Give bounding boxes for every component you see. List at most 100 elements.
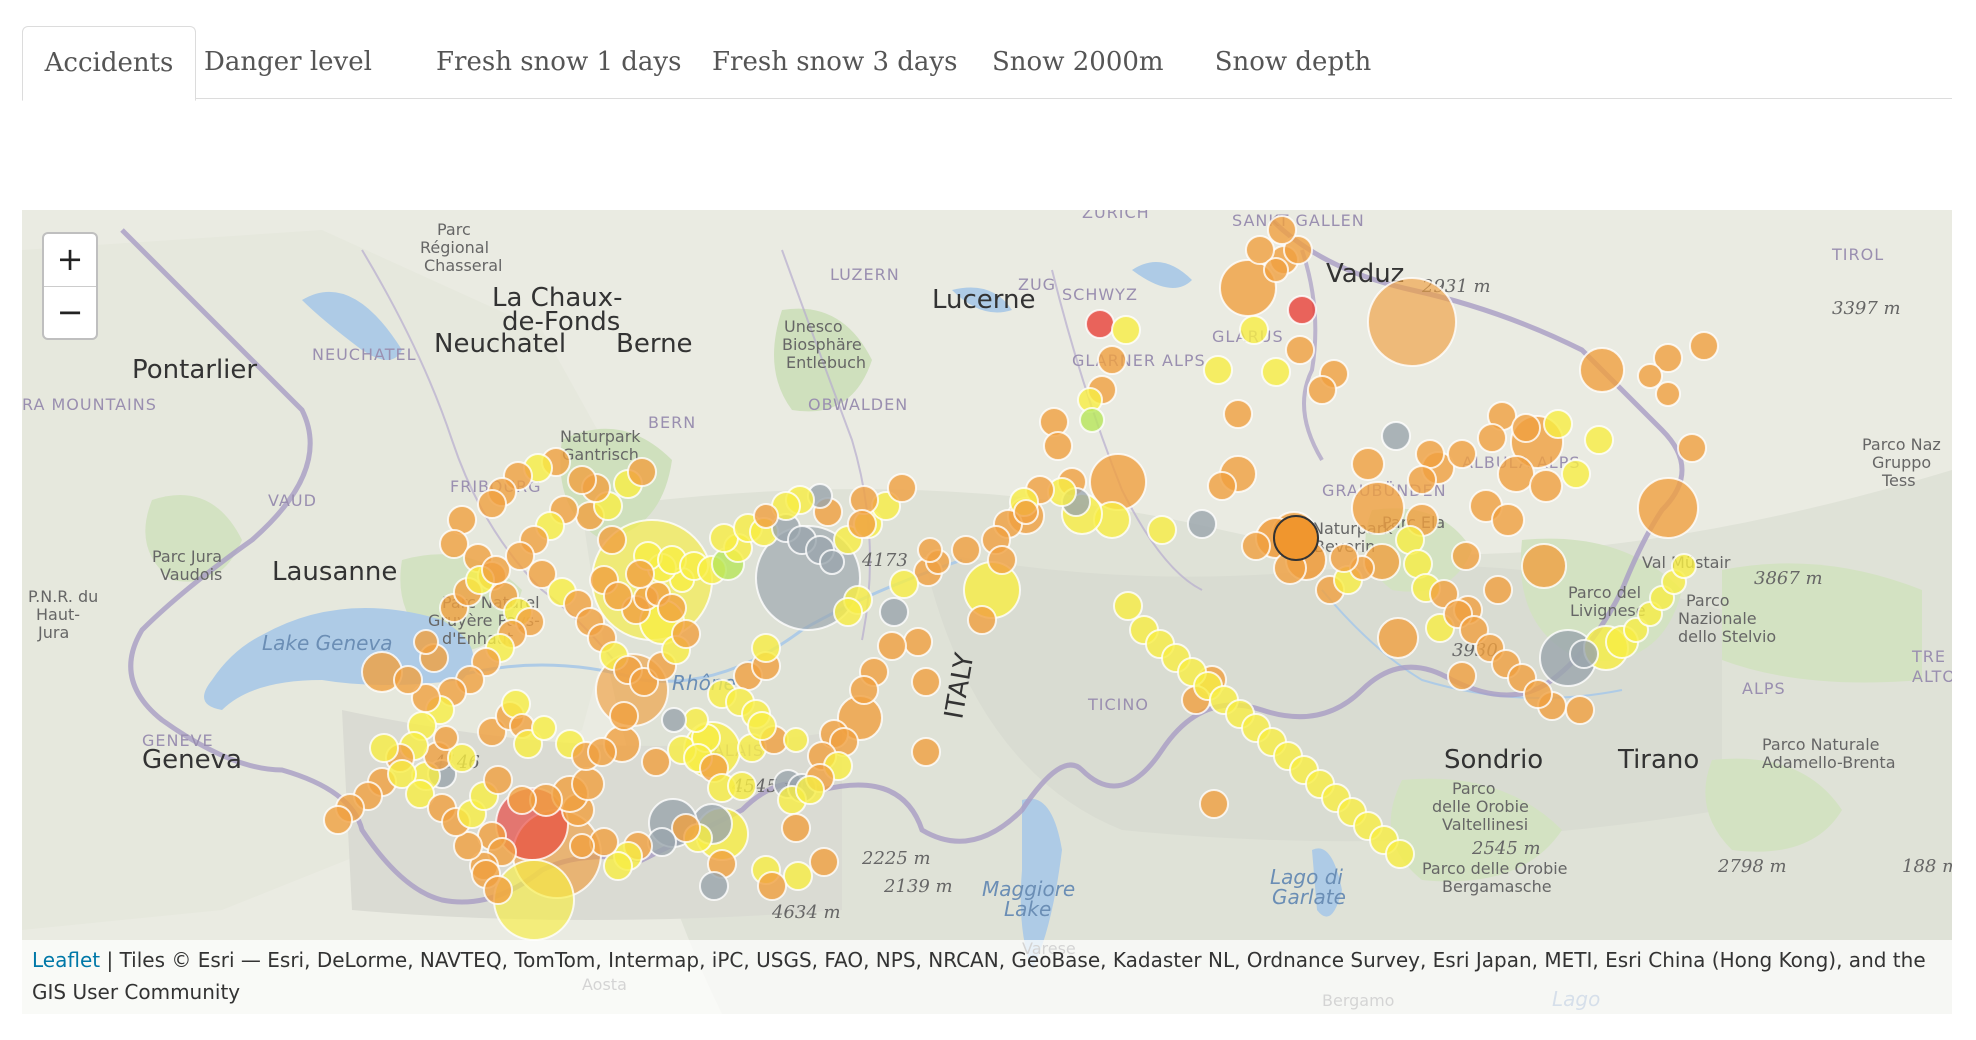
accident-marker[interactable] bbox=[911, 667, 941, 697]
accident-marker[interactable] bbox=[507, 785, 537, 815]
accident-marker[interactable] bbox=[1543, 409, 1573, 439]
tab-fresh-snow-3-days[interactable]: Fresh snow 3 days bbox=[712, 26, 957, 98]
tab-fresh-snow-1-days[interactable]: Fresh snow 1 days bbox=[436, 26, 681, 98]
accident-marker[interactable] bbox=[413, 629, 439, 655]
accident-marker[interactable] bbox=[1637, 363, 1663, 389]
accident-marker[interactable] bbox=[1147, 515, 1177, 545]
accident-marker[interactable] bbox=[1287, 295, 1317, 325]
accident-marker[interactable] bbox=[1261, 357, 1291, 387]
accident-marker[interactable] bbox=[1199, 789, 1229, 819]
accident-marker[interactable] bbox=[951, 535, 981, 565]
accident-marker[interactable] bbox=[757, 871, 787, 901]
accident-marker[interactable] bbox=[847, 509, 877, 539]
accident-marker[interactable] bbox=[1377, 617, 1419, 659]
accident-marker[interactable] bbox=[889, 569, 919, 599]
accident-marker[interactable] bbox=[1097, 345, 1127, 375]
accident-marker[interactable] bbox=[1241, 531, 1271, 561]
accident-marker[interactable] bbox=[1111, 315, 1141, 345]
accident-marker[interactable] bbox=[1307, 375, 1337, 405]
accident-marker[interactable] bbox=[1085, 309, 1115, 339]
accident-marker[interactable] bbox=[1671, 553, 1697, 579]
tab-danger-level[interactable]: Danger level bbox=[204, 26, 372, 98]
accident-marker[interactable] bbox=[849, 675, 879, 705]
tab-accidents[interactable]: Accidents bbox=[22, 26, 196, 101]
accident-marker[interactable] bbox=[1451, 541, 1481, 571]
accident-marker[interactable] bbox=[727, 771, 757, 801]
accident-marker[interactable] bbox=[1491, 503, 1525, 537]
accident-marker[interactable] bbox=[683, 707, 709, 733]
accident-marker[interactable] bbox=[641, 747, 671, 777]
tab-snow-2000m[interactable]: Snow 2000m bbox=[992, 26, 1164, 98]
accident-marker[interactable] bbox=[1677, 433, 1707, 463]
accident-marker[interactable] bbox=[671, 619, 701, 649]
accident-marker[interactable] bbox=[571, 767, 605, 801]
accident-marker[interactable] bbox=[819, 549, 845, 575]
accident-marker[interactable] bbox=[1113, 591, 1143, 621]
accident-marker[interactable] bbox=[1523, 679, 1553, 709]
zoom-out-button[interactable]: − bbox=[44, 287, 96, 339]
accident-marker[interactable] bbox=[911, 737, 941, 767]
accident-marker[interactable] bbox=[1584, 425, 1614, 455]
accident-marker[interactable] bbox=[783, 861, 813, 891]
accident-marker[interactable] bbox=[1239, 315, 1269, 345]
accident-marker[interactable] bbox=[625, 559, 655, 589]
accident-marker[interactable] bbox=[753, 503, 779, 529]
accident-marker[interactable] bbox=[887, 473, 917, 503]
accident-marker[interactable] bbox=[747, 711, 777, 741]
accident-marker[interactable] bbox=[1477, 423, 1507, 453]
accident-marker[interactable] bbox=[1447, 661, 1477, 691]
accident-marker[interactable] bbox=[1385, 839, 1415, 869]
accident-marker[interactable] bbox=[477, 489, 507, 519]
accident-marker[interactable] bbox=[1187, 509, 1217, 539]
accident-marker[interactable] bbox=[1579, 347, 1625, 393]
accident-marker[interactable] bbox=[1637, 477, 1699, 539]
accident-marker[interactable] bbox=[1013, 499, 1039, 525]
accident-marker[interactable] bbox=[323, 805, 353, 835]
accident-marker[interactable] bbox=[569, 833, 595, 859]
accident-marker[interactable] bbox=[603, 581, 633, 611]
accident-marker[interactable] bbox=[1497, 455, 1535, 493]
accident-marker[interactable] bbox=[1511, 413, 1541, 443]
accident-marker[interactable] bbox=[627, 457, 657, 487]
accident-marker[interactable] bbox=[597, 525, 627, 555]
accident-marker[interactable] bbox=[483, 765, 513, 795]
accident-marker[interactable] bbox=[1367, 277, 1457, 367]
accident-marker[interactable] bbox=[1263, 257, 1289, 283]
accident-marker[interactable] bbox=[609, 701, 639, 731]
selected-accident-marker[interactable] bbox=[1273, 515, 1319, 561]
leaflet-link[interactable]: Leaflet bbox=[32, 948, 100, 972]
zoom-in-button[interactable]: + bbox=[44, 234, 96, 287]
accident-marker[interactable] bbox=[1407, 465, 1437, 495]
accident-marker[interactable] bbox=[567, 465, 597, 495]
accident-marker[interactable] bbox=[967, 605, 997, 635]
accident-marker[interactable] bbox=[1207, 471, 1237, 501]
accident-marker[interactable] bbox=[917, 537, 943, 563]
accident-marker[interactable] bbox=[483, 875, 513, 905]
accident-marker[interactable] bbox=[795, 775, 825, 805]
accident-marker[interactable] bbox=[393, 665, 423, 695]
accident-marker[interactable] bbox=[833, 597, 863, 627]
accident-marker[interactable] bbox=[879, 597, 909, 627]
accident-marker[interactable] bbox=[587, 737, 617, 767]
accident-marker[interactable] bbox=[1285, 335, 1315, 365]
tab-snow-depth[interactable]: Snow depth bbox=[1208, 26, 1378, 98]
accident-marker[interactable] bbox=[1529, 469, 1563, 503]
accident-marker[interactable] bbox=[657, 593, 687, 623]
accident-marker[interactable] bbox=[1223, 399, 1253, 429]
accident-marker[interactable] bbox=[1329, 543, 1359, 573]
accident-marker[interactable] bbox=[877, 631, 907, 661]
accident-marker[interactable] bbox=[1483, 575, 1513, 605]
accident-marker[interactable] bbox=[809, 847, 839, 877]
accident-marker[interactable] bbox=[1415, 439, 1445, 469]
accident-marker[interactable] bbox=[531, 715, 557, 741]
accident-marker[interactable] bbox=[699, 871, 729, 901]
accident-marker[interactable] bbox=[369, 733, 399, 763]
accident-marker[interactable] bbox=[1043, 431, 1073, 461]
accident-marker[interactable] bbox=[1381, 421, 1411, 451]
accident-marker[interactable] bbox=[987, 545, 1017, 575]
accident-marker[interactable] bbox=[781, 813, 811, 843]
accident-marker[interactable] bbox=[1267, 215, 1297, 245]
accident-marker[interactable] bbox=[433, 725, 459, 751]
accident-marker[interactable] bbox=[1569, 639, 1599, 669]
accident-marker[interactable] bbox=[751, 633, 781, 663]
